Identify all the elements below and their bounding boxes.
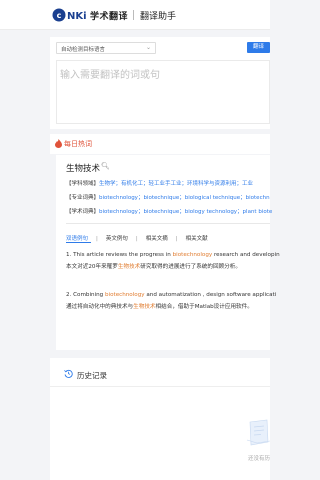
- daily-hot-words-header: 每日热词: [50, 134, 270, 154]
- header-subtitle: 翻译助手: [140, 12, 177, 22]
- empty-history-text: 还没有历: [248, 456, 271, 462]
- translation-input[interactable]: 输入需要翻译的词或句: [56, 60, 270, 124]
- brand-title: 学术翻译: [90, 12, 129, 22]
- tab-separator: |: [135, 236, 138, 242]
- chevron-down-icon: ⌄: [145, 44, 151, 51]
- highlighted-term: 生物技术: [133, 304, 156, 310]
- section-divider: [66, 223, 270, 224]
- academic-dictionary-row: 【学术词典】biotechnology；biotechnique；biology…: [66, 207, 272, 215]
- translator-panel: 自动检测目标语言 ⌄ 翻译 输入需要翻译的词或句: [50, 37, 270, 129]
- history-panel: 历史记录 还没有历: [50, 358, 270, 480]
- example-sentence-en: 1. This article reviews the progress in …: [66, 251, 280, 259]
- sentence-text: 通过将自动化中的典技术与: [66, 304, 134, 310]
- subject-field-row: 【学科领域】生物学；有机化工；轻工业手工业；环境科学与资源利用；工业: [66, 179, 253, 187]
- row-label: 【专业词典】: [66, 195, 100, 201]
- active-tab-indicator: [66, 242, 91, 243]
- hot-term[interactable]: 生物技术: [66, 162, 100, 174]
- sentence-text: 2. Combining: [66, 292, 105, 298]
- header-divider: [133, 10, 134, 20]
- tab-separator: |: [96, 236, 98, 242]
- sentence-text: 1. This article reviews the progress in: [66, 252, 173, 258]
- sentence-text: 相结合，借助于Matlab设计应用软件。: [155, 304, 253, 310]
- example-sentence-zh: 通过将自动化中的典技术与生物技术相结合，借助于Matlab设计应用软件。: [66, 303, 253, 311]
- history-divider: [50, 386, 270, 387]
- row-values[interactable]: biotechnology；biotechnique；biological te…: [99, 195, 270, 201]
- translate-button[interactable]: 翻译: [247, 42, 270, 53]
- highlighted-term: biotechnology: [172, 252, 213, 258]
- empty-state-illustration: [246, 419, 270, 446]
- search-icon[interactable]: 🔍︎: [101, 162, 110, 170]
- svg-text:NKi: NKi: [67, 11, 86, 22]
- tab-related-abstracts[interactable]: 相关文摘: [146, 236, 168, 242]
- example-sentence-en: 2. Combining biotechnology and automatiz…: [66, 291, 276, 299]
- sentence-text: 研究取得的进展进行了系统的回顾分析。: [140, 264, 241, 270]
- history-title: 历史记录: [77, 371, 107, 380]
- cnki-logo[interactable]: c NKi: [52, 8, 86, 22]
- tab-separator: |: [175, 236, 178, 242]
- svg-text:c: c: [57, 11, 62, 20]
- row-label: 【学术词典】: [66, 209, 100, 215]
- row-values[interactable]: biotechnology；biotechnique；biology techn…: [99, 209, 272, 215]
- example-tabs: 双语例句 | 英文例句 | 相关文摘 | 相关文献: [66, 234, 208, 242]
- tab-related-literature[interactable]: 相关文献: [186, 236, 208, 242]
- history-icon: [64, 369, 73, 378]
- target-language-select[interactable]: 自动检测目标语言 ⌄: [56, 42, 156, 54]
- hot-words-title: 每日热词: [64, 140, 92, 148]
- sentence-text: and automatization , design software app…: [144, 292, 277, 298]
- highlighted-term: biotechnology: [104, 292, 145, 298]
- sentence-text: 本文对近20年来罹罗: [66, 264, 118, 270]
- row-label: 【学科领域】: [66, 181, 100, 187]
- tab-english-examples[interactable]: 英文例句: [106, 236, 128, 242]
- sentence-text: research and developin: [212, 252, 280, 258]
- row-values[interactable]: 生物学；有机化工；轻工业手工业；环境科学与资源利用；工业: [99, 181, 253, 187]
- example-sentence-zh: 本文对近20年来罹罗生物技术研究取得的进展进行了系统的回顾分析。: [66, 263, 241, 271]
- hot-word-card: 生物技术 🔍︎ 【学科领域】生物学；有机化工；轻工业手工业；环境科学与资源利用；…: [56, 155, 280, 350]
- target-language-value: 自动检测目标语言: [61, 47, 106, 53]
- highlighted-term: 生物技术: [117, 264, 141, 270]
- fire-icon: [55, 139, 62, 148]
- professional-dictionary-row: 【专业词典】biotechnology；biotechnique；biologi…: [66, 193, 270, 201]
- top-bar: c NKi 学术翻译 翻译助手: [0, 0, 270, 30]
